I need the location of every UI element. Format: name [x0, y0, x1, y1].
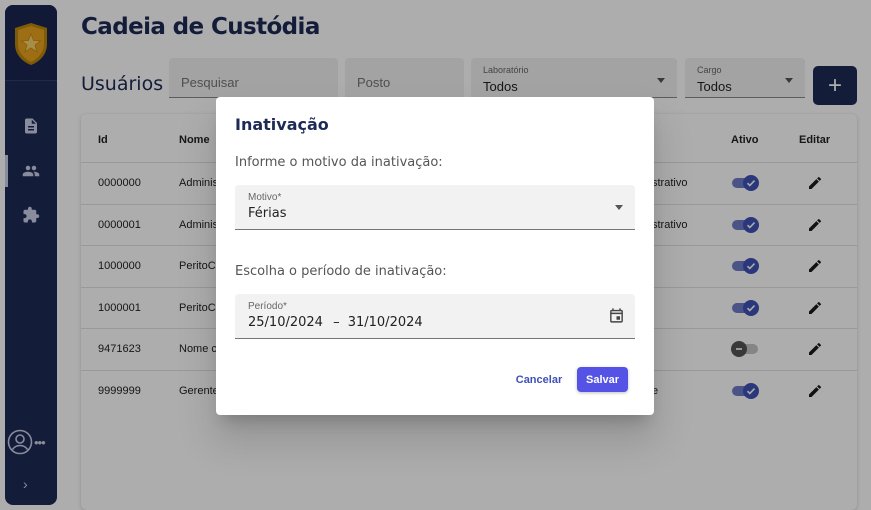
reason-prompt: Informe o motivo da inativação: — [235, 155, 443, 170]
dropdown-arrow-icon — [615, 205, 623, 210]
period-prompt: Escolha o período de inativação: — [235, 264, 447, 279]
motivo-select[interactable]: Motivo* Férias — [235, 185, 635, 230]
inactivation-dialog: Inativação Informe o motivo da inativaçã… — [216, 97, 654, 415]
periodo-date-range[interactable]: Período* 25/10/2024 – 31/10/2024 — [235, 294, 635, 339]
save-button[interactable]: Salvar — [577, 367, 628, 392]
periodo-start[interactable]: 25/10/2024 — [248, 315, 323, 330]
periodo-value: 25/10/2024 – 31/10/2024 — [248, 315, 423, 330]
motivo-label: Motivo* — [248, 192, 282, 203]
calendar-icon[interactable] — [608, 307, 625, 324]
motivo-value: Férias — [248, 206, 287, 221]
dialog-title: Inativação — [235, 115, 329, 134]
periodo-label: Período* — [248, 301, 287, 312]
periodo-end[interactable]: 31/10/2024 — [348, 315, 423, 330]
cancel-button[interactable]: Cancelar — [512, 368, 566, 392]
periodo-separator: – — [333, 315, 340, 330]
